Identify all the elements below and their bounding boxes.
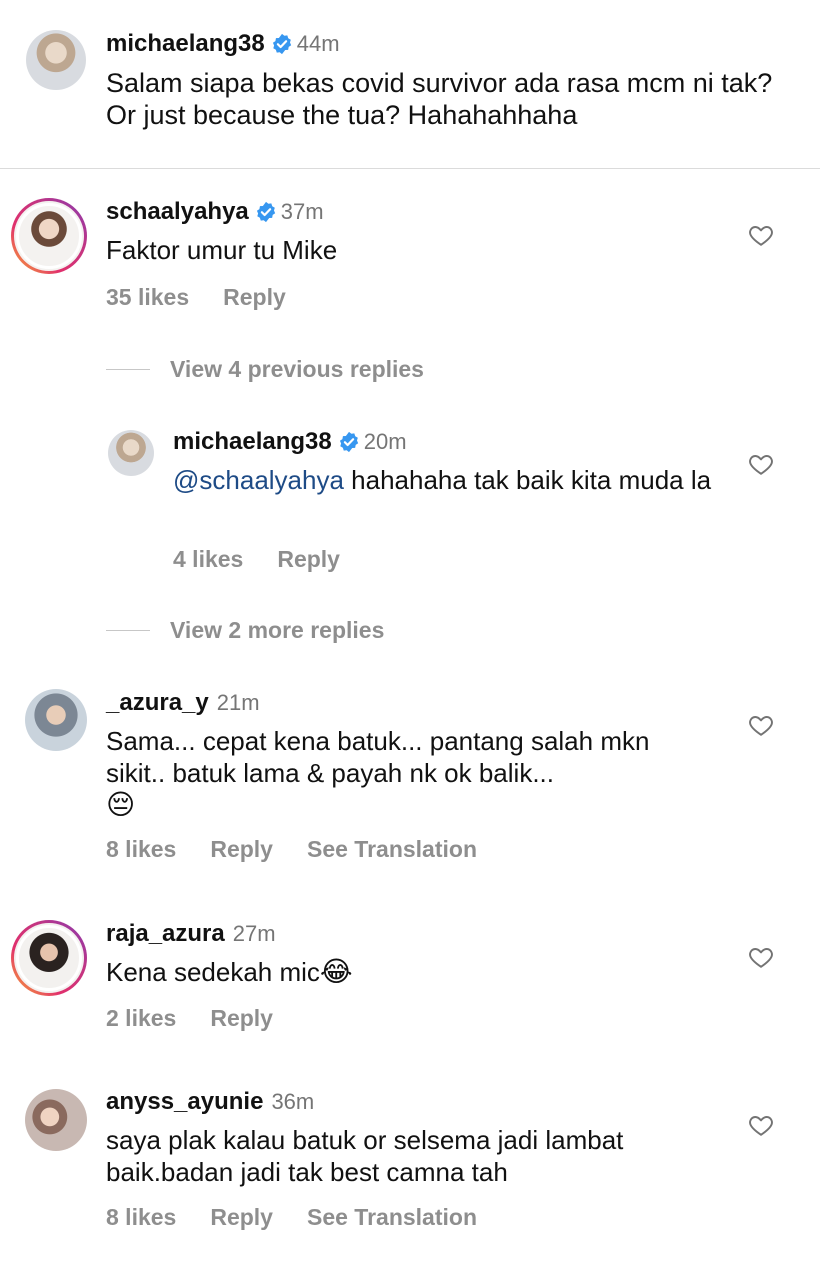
laughing-tears-emoji: 😂 [319,956,353,987]
reply-actions: 4 likes Reply [173,546,374,573]
comment-actions: 8 likes Reply See Translation [106,836,511,863]
comment-time: 37m [280,199,324,224]
view-previous-replies-button[interactable]: View 4 previous replies [106,356,424,383]
reply-username[interactable]: michaelang38 [173,428,332,456]
reply-avatar[interactable] [108,430,154,476]
reply-text: @schaalyahya hahahaha tak baik kita muda… [173,464,713,496]
replies-line [106,369,150,370]
comment-time: 36m [271,1089,315,1114]
view-more-label: View 2 more replies [170,617,385,643]
commenter-avatar[interactable] [11,920,87,996]
caption-time: 44m [296,31,340,56]
comment-header: schaalyahya 37m [106,198,324,226]
heart-outline-icon[interactable] [748,451,774,477]
likes-count[interactable]: 4 likes [173,546,243,573]
comment-actions: 8 likes Reply See Translation [106,1204,511,1231]
heart-outline-icon[interactable] [748,712,774,738]
comment-actions: 2 likes Reply [106,1005,307,1032]
commenter-avatar[interactable] [25,1089,87,1151]
comment-header: _azura_y 21m [106,689,260,717]
comment-username[interactable]: anyss_ayunie [106,1088,263,1116]
likes-count[interactable]: 35 likes [106,284,189,311]
pensive-face-emoji: 😔 [106,789,136,820]
reply-header: michaelang38 20m [173,428,407,456]
comment-body: Sama... cepat kena batuk... pantang sala… [106,726,650,788]
comment-text: saya plak kalau batuk or selsema jadi la… [106,1125,624,1187]
commenter-avatar[interactable] [11,198,87,274]
reply-button[interactable]: Reply [223,284,286,311]
comment-actions: 35 likes Reply [106,284,320,311]
replies-line [106,630,150,631]
heart-outline-icon[interactable] [748,1112,774,1138]
comment-username[interactable]: _azura_y [106,689,209,717]
comment-username[interactable]: schaalyahya [106,198,249,226]
comment-text: Faktor umur tu Mike [106,235,338,265]
mention-link[interactable]: @schaalyahya [173,465,344,495]
likes-count[interactable]: 8 likes [106,1204,176,1231]
likes-count[interactable]: 2 likes [106,1005,176,1032]
heart-outline-icon[interactable] [748,222,774,248]
reply-button[interactable]: Reply [210,1204,273,1231]
comment-time: 27m [232,921,276,946]
comment-header: anyss_ayunie 36m [106,1088,314,1116]
reply-time: 20m [363,429,407,454]
caption-divider [0,168,820,169]
verified-badge-icon [272,33,291,55]
reply-body: hahahaha tak baik kita muda la [343,465,712,495]
comment-text: Sama... cepat kena batuk... pantang sala… [106,725,706,821]
comment-header: raja_azura 27m [106,920,276,948]
caption-header: michaelang38 44m [106,30,340,58]
see-translation-button[interactable]: See Translation [307,836,477,863]
heart-outline-icon[interactable] [748,944,774,970]
comment-time: 21m [216,690,260,715]
view-more-replies-button[interactable]: View 2 more replies [106,617,384,644]
see-translation-button[interactable]: See Translation [307,1204,477,1231]
comment-username[interactable]: raja_azura [106,920,225,948]
view-previous-label: View 4 previous replies [170,356,424,382]
reply-button[interactable]: Reply [210,1005,273,1032]
comment-text: Kena sedekah mic😂 [106,956,706,988]
likes-count[interactable]: 8 likes [106,836,176,863]
caption-username[interactable]: michaelang38 [106,30,265,58]
reply-button[interactable]: Reply [210,836,273,863]
reply-button[interactable]: Reply [277,546,340,573]
caption-avatar[interactable] [26,30,86,90]
comment-body: Kena sedekah mic [106,957,320,987]
commenter-avatar[interactable] [25,689,87,751]
verified-badge-icon [339,431,358,453]
caption-text: Salam siapa bekas covid survivor ada ras… [106,68,773,130]
verified-badge-icon [256,201,275,223]
